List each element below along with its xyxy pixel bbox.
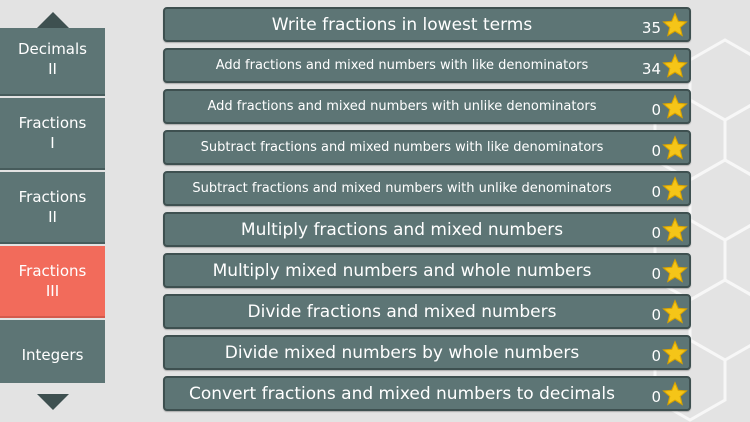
star-count: 0 [651,346,661,365]
star-count: 34 [641,59,661,78]
lesson-row[interactable]: Multiply fractions and mixed numbers 0 [163,212,691,247]
lesson-row[interactable]: Convert fractions and mixed numbers to d… [163,376,691,411]
lesson-title: Subtract fractions and mixed numbers wit… [200,140,604,155]
star-count: 0 [651,100,661,119]
star-icon [662,340,688,365]
star-icon [662,381,688,406]
sidebar-item-sublabel: II [48,60,57,78]
sidebar-item-label: Fractions [18,188,87,206]
lesson-row[interactable]: Subtract fractions and mixed numbers wit… [163,171,691,206]
sidebar-item-label: Fractions [18,262,87,280]
star-count: 0 [651,223,661,242]
star-icon [662,94,688,119]
sidebar-item-sublabel: III [45,282,60,300]
lesson-title: Divide fractions and mixed numbers [247,301,557,322]
sidebar-item-label: Decimals [18,40,87,58]
category-sidebar: Decimals II Fractions I Fractions II Fra… [0,0,105,422]
star-count: 0 [651,141,661,160]
star-icon [662,176,688,201]
triangle-up-icon [36,12,69,28]
sidebar-item-fractions-ii[interactable]: Fractions II [0,172,105,244]
star-count: 35 [641,18,661,37]
sidebar-item-fractions-i[interactable]: Fractions I [0,98,105,170]
triangle-down-icon [36,394,69,410]
lesson-title: Divide mixed numbers by whole numbers [224,342,580,363]
lesson-title: Write fractions in lowest terms [271,14,533,35]
sidebar-item-decimals-ii[interactable]: Decimals II [0,28,105,96]
sidebar-item-label: Integers [21,346,84,364]
lesson-row[interactable]: Divide mixed numbers by whole numbers 0 [163,335,691,370]
scroll-down-button[interactable] [0,382,105,422]
star-count: 0 [651,182,661,201]
lesson-title: Convert fractions and mixed numbers to d… [188,383,615,404]
star-icon [662,135,688,160]
sidebar-item-label: Fractions [18,114,87,132]
lesson-row[interactable]: Add fractions and mixed numbers with lik… [163,48,691,83]
lesson-title: Add fractions and mixed numbers with unl… [207,99,597,114]
lesson-title: Multiply mixed numbers and whole numbers [212,260,592,281]
sidebar-item-fractions-iii[interactable]: Fractions III [0,246,105,318]
lesson-row[interactable]: Add fractions and mixed numbers with unl… [163,89,691,124]
lesson-row[interactable]: Write fractions in lowest terms 35 [163,7,691,42]
lesson-title: Subtract fractions and mixed numbers wit… [192,181,612,196]
star-icon [662,12,688,37]
lesson-title: Multiply fractions and mixed numbers [240,219,564,240]
star-icon [662,217,688,242]
star-icon [662,258,688,283]
lesson-row[interactable]: Multiply mixed numbers and whole numbers… [163,253,691,288]
lesson-row[interactable]: Subtract fractions and mixed numbers wit… [163,130,691,165]
star-icon [662,53,688,78]
star-count: 0 [651,387,661,406]
star-count: 0 [651,264,661,283]
lesson-row[interactable]: Divide fractions and mixed numbers 0 [163,294,691,329]
category-list: Decimals II Fractions I Fractions II Fra… [0,28,105,383]
lesson-title: Add fractions and mixed numbers with lik… [215,58,589,73]
sidebar-item-integers[interactable]: Integers [0,320,105,383]
star-icon [662,299,688,324]
star-count: 0 [651,305,661,324]
sidebar-item-sublabel: II [48,208,57,226]
sidebar-item-sublabel: I [50,134,55,152]
